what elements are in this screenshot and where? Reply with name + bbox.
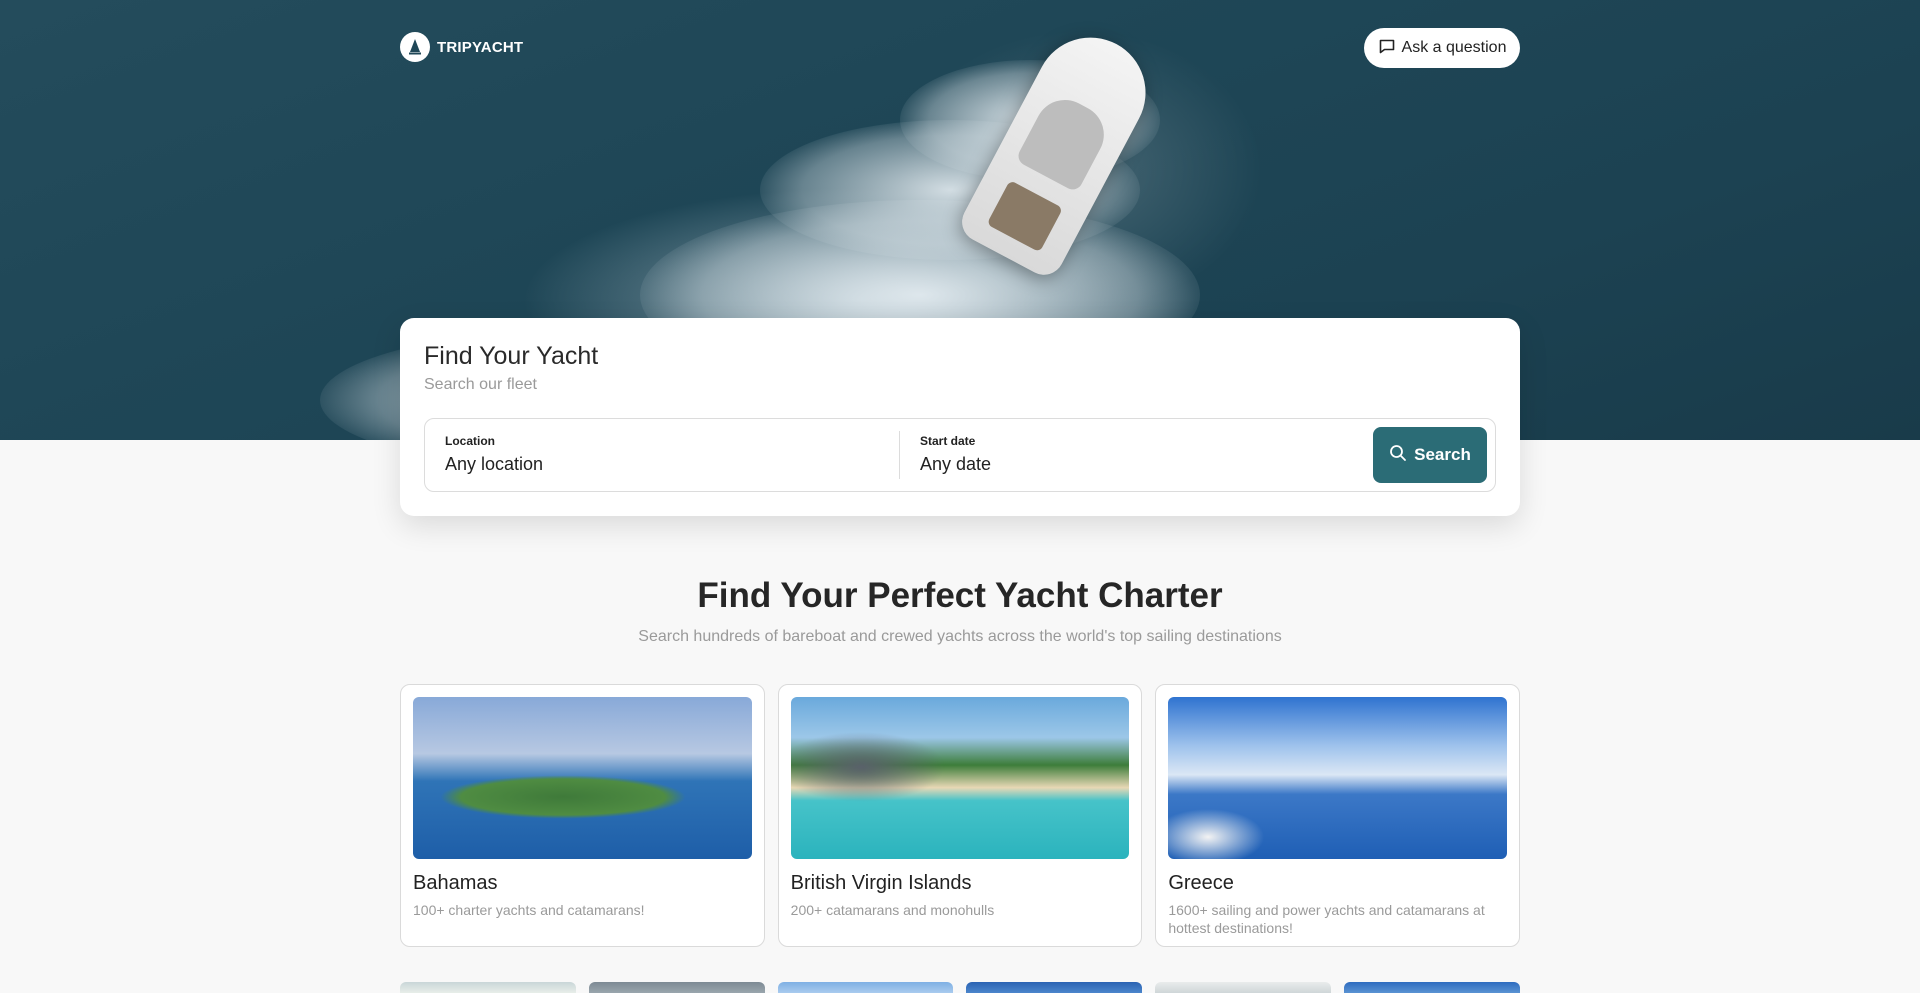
bahamas-image [413,697,752,859]
more-destinations-strip [400,982,1520,993]
destination-description: 100+ charter yachts and catamarans! [413,902,645,918]
ask-question-label: Ask a question [1401,39,1507,56]
destination-card-bahamas[interactable]: Bahamas 100+ charter yachts and catamara… [400,684,765,947]
search-card-title: Find Your Yacht [424,342,599,370]
location-label: Location [445,434,495,448]
search-card: Find Your Yacht Search our fleet Locatio… [400,318,1520,516]
bvi-image [790,697,1130,859]
destination-thumb[interactable] [588,982,765,993]
greece-image [1168,697,1508,859]
destination-thumb[interactable] [777,982,954,993]
start-date-label: Start date [920,434,976,448]
destination-name: Bahamas [413,872,498,894]
destination-description: 200+ catamarans and monohulls [790,902,995,918]
section-title: Find Your Perfect Yacht Charter [697,576,1223,615]
destination-name: British Virgin Islands [790,872,972,894]
start-date-value: Any date [920,454,992,474]
destination-card-bvi[interactable]: British Virgin Islands 200+ catamarans a… [777,684,1143,947]
destination-card-greece[interactable]: Greece 1600+ sailing and power yachts an… [1155,684,1521,947]
sail-icon [400,32,430,62]
ask-question-button[interactable]: Ask a question [1364,28,1520,68]
destination-thumb[interactable] [1155,982,1332,993]
search-card-subtitle: Search our fleet [424,376,537,393]
search-bar: Location Any location Start date Any dat… [424,418,1496,492]
destination-name: Greece [1168,872,1234,894]
brand-logo[interactable]: TRIPYACHT [400,32,523,62]
destination-thumb[interactable] [1344,982,1520,993]
section-subtitle: Search hundreds of bareboat and crewed y… [638,628,1282,645]
destination-thumb[interactable] [400,982,576,993]
search-button[interactable]: Search [1373,427,1487,483]
search-button-label: Search [1414,445,1471,464]
location-value: Any location [445,454,544,474]
location-field[interactable]: Location Any location [425,419,899,491]
search-icon [1389,444,1407,467]
destination-description: 1600+ sailing and power yachts and catam… [1168,902,1485,936]
brand-name: TRIPYACHT [437,38,524,56]
destination-grid: Bahamas 100+ charter yachts and catamara… [400,684,1521,947]
start-date-field[interactable]: Start date Any date [899,431,1369,479]
destination-thumb[interactable] [966,982,1143,993]
chat-bubble-icon [1378,37,1396,60]
